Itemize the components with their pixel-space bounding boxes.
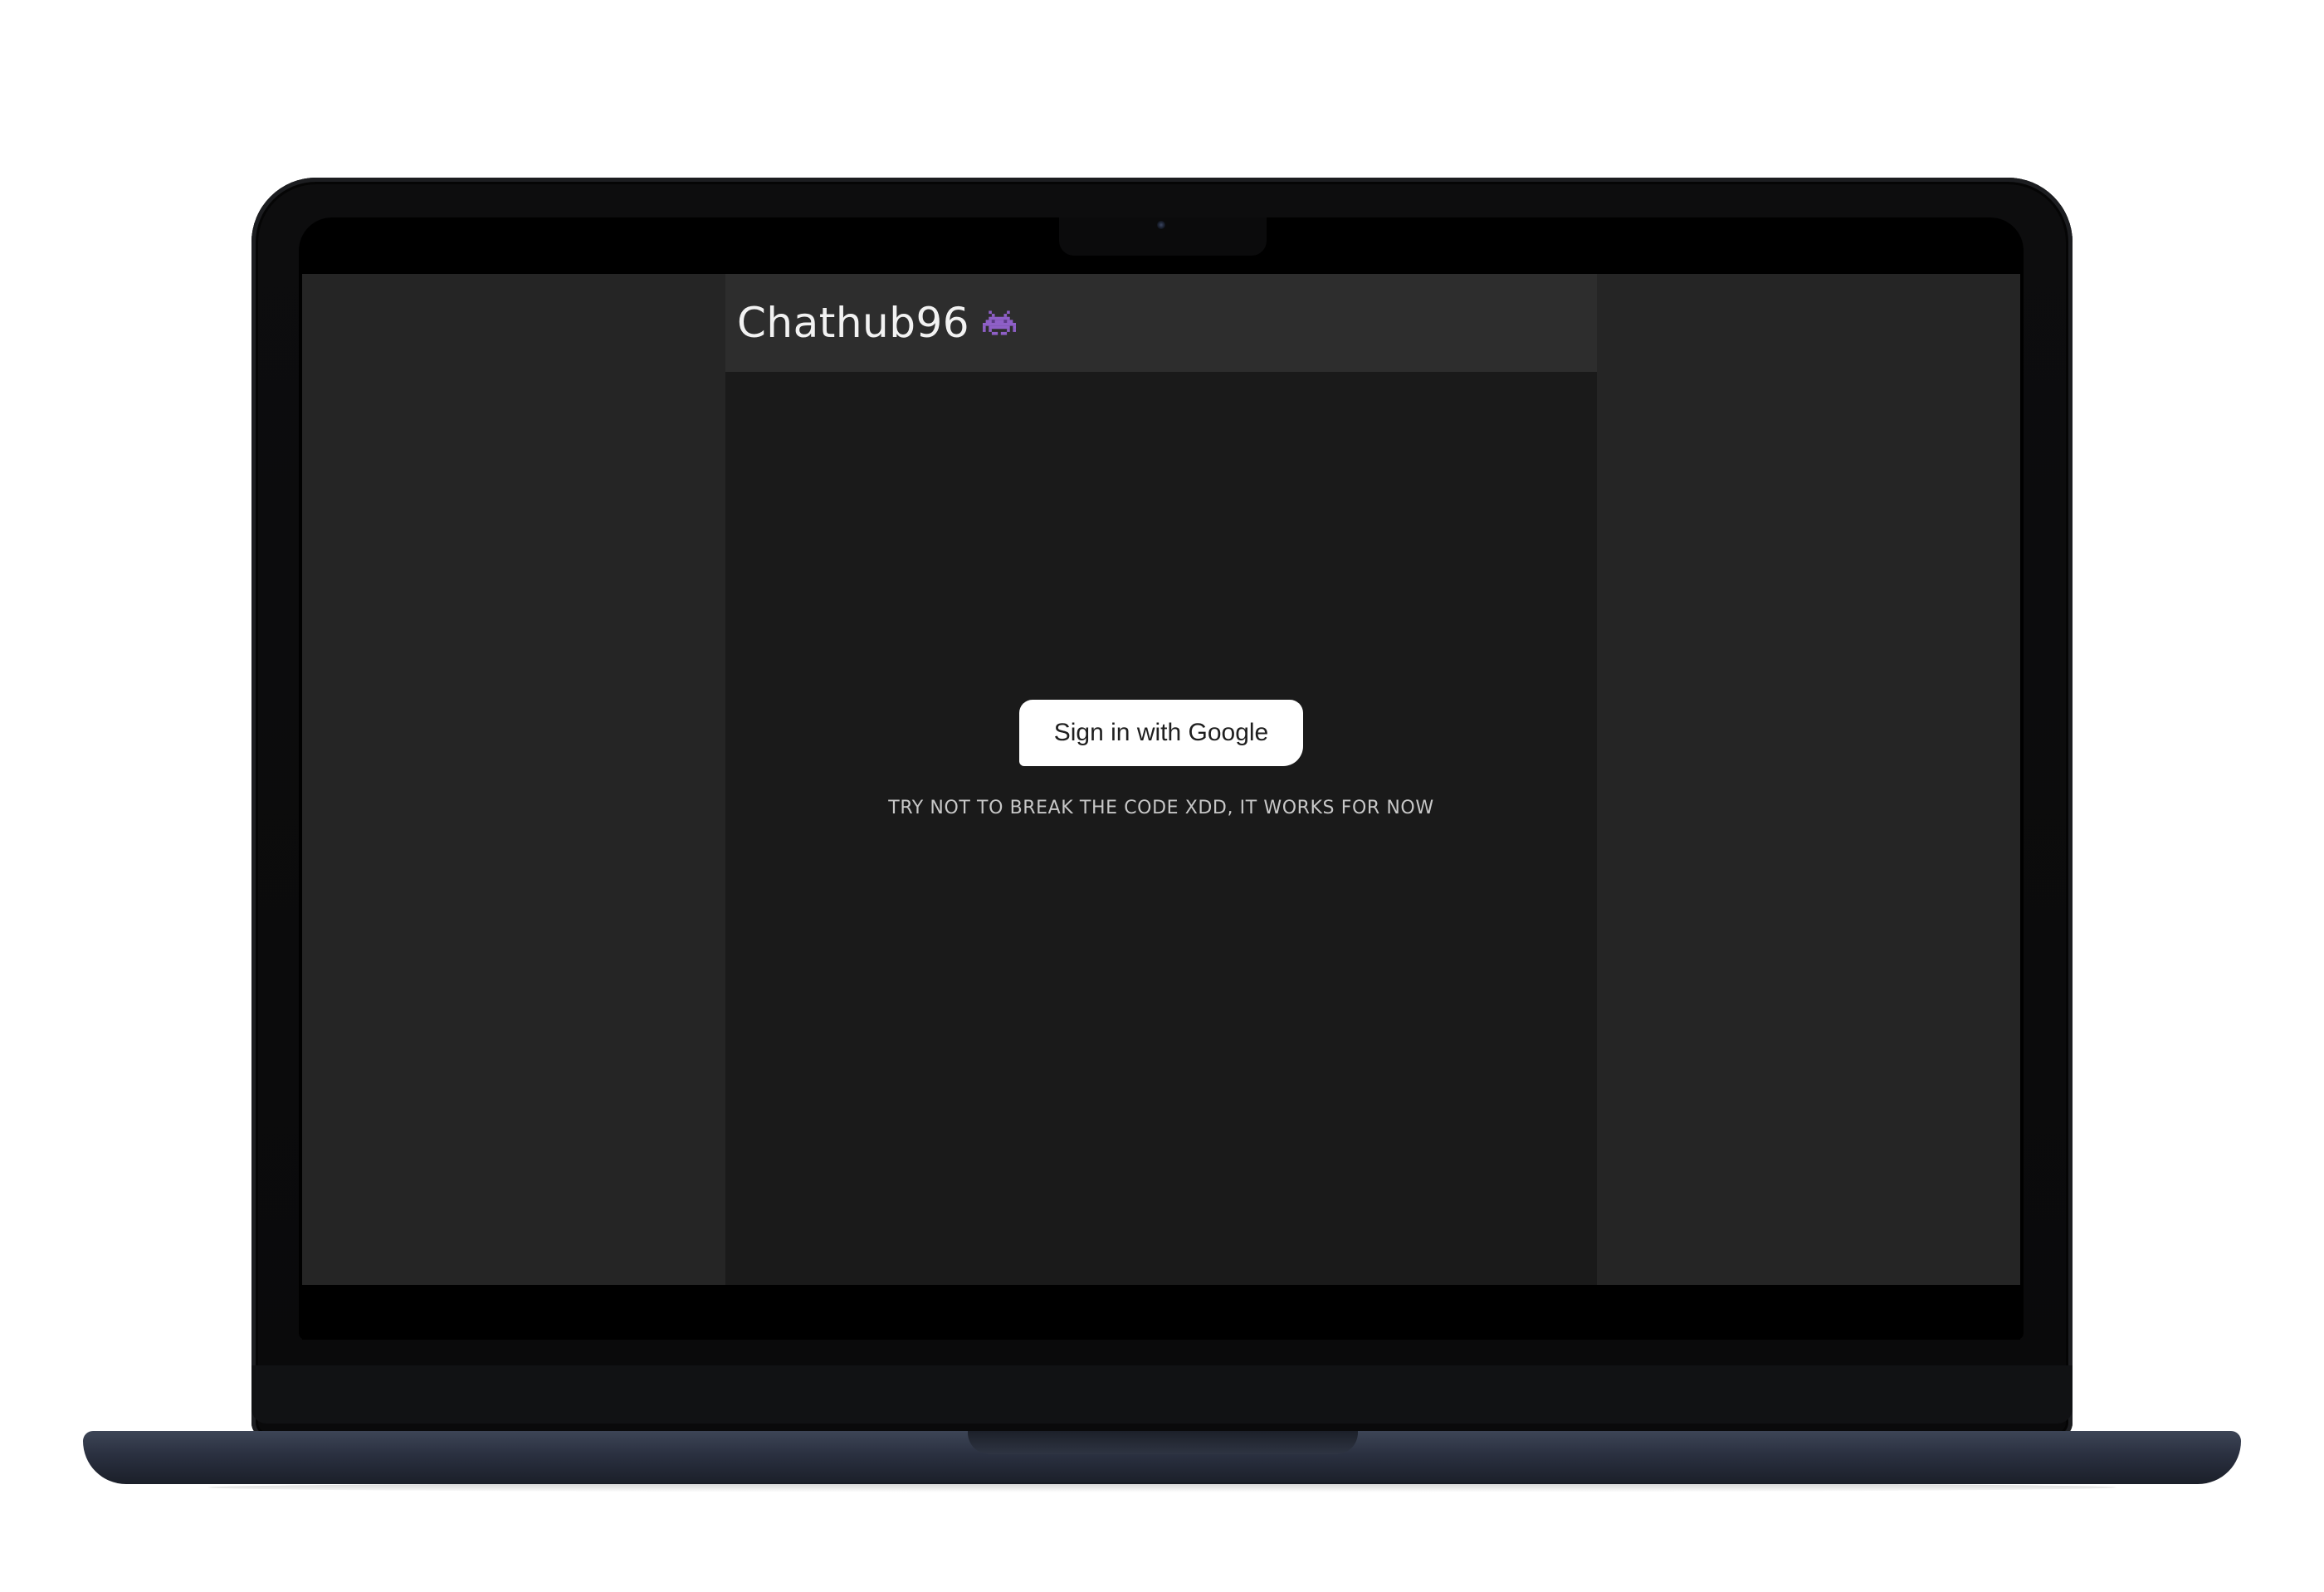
laptop-shadow — [208, 1482, 2116, 1492]
laptop-lid-chin — [251, 1365, 2073, 1424]
right-gutter — [1597, 274, 2020, 1285]
app-title-wrap: Chathub96 — [737, 299, 1017, 347]
app-header: Chathub96 — [725, 274, 1597, 372]
camera-icon — [1157, 221, 1165, 229]
notice-text: TRY NOT TO BREAK THE CODE XDD, IT WORKS … — [888, 798, 1434, 818]
laptop-opening-notch — [968, 1431, 1358, 1454]
app-screen: Chathub96 Sign in with Google TRY NOT TO… — [302, 274, 2020, 1285]
device-mockup: Chathub96 Sign in with Google TRY NOT TO… — [0, 0, 2324, 1592]
sign-in-area: Sign in with Google TRY NOT TO BREAK THE… — [725, 700, 1597, 818]
screen-bottom-border — [302, 1285, 2020, 1340]
sign-in-google-button[interactable]: Sign in with Google — [1019, 700, 1303, 766]
left-gutter — [302, 274, 725, 1285]
alien-monster-icon — [983, 310, 1017, 335]
main-panel: Chathub96 Sign in with Google TRY NOT TO… — [725, 274, 1597, 1285]
page-title: Chathub96 — [737, 299, 970, 347]
